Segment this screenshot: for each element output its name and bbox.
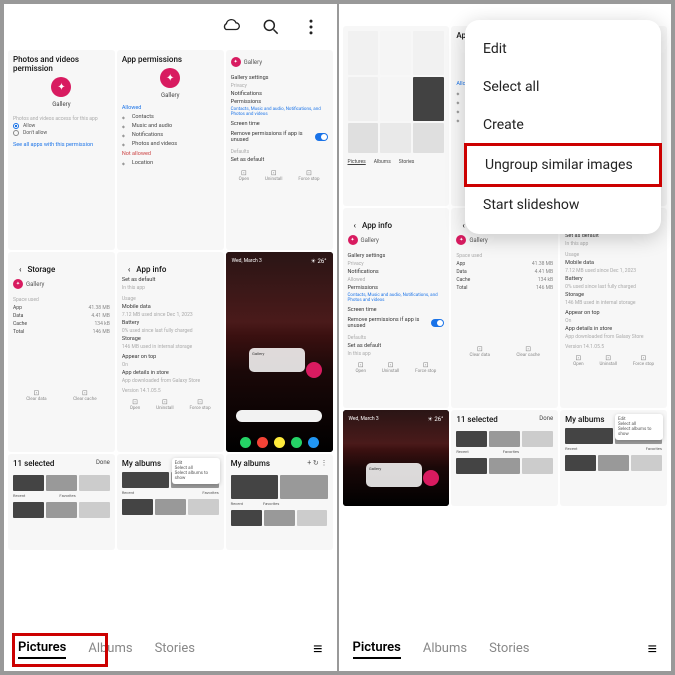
thumb-selected-r[interactable]: 11 selectedDone RecentFavorites: [451, 410, 558, 506]
bottom-tabs-r: Pictures Albums Stories ≡: [339, 629, 672, 671]
tab-pictures-r[interactable]: Pictures: [353, 640, 401, 659]
more-icon[interactable]: [301, 17, 321, 41]
thumb-home-screen-r[interactable]: Wed, March 3 ☀ 26° Gallery: [343, 410, 450, 506]
thumb-storage-r[interactable]: ‹Storage Gallery Space used App41.38 MB …: [451, 208, 558, 408]
tab-albums-r[interactable]: Albums: [423, 641, 467, 658]
hamburger-icon[interactable]: ≡: [313, 639, 322, 659]
thumb-app-info2-r[interactable]: ‹App info Set as default In this app Usa…: [560, 208, 667, 408]
menu-slideshow[interactable]: Start slideshow: [465, 186, 661, 224]
tab-pictures[interactable]: Pictures: [18, 640, 66, 659]
thumb-my-albums[interactable]: My albums+ ↻ ⋮ RecentFavorites: [226, 454, 333, 550]
hamburger-icon-r[interactable]: ≡: [648, 639, 657, 659]
overflow-menu: Edit Select all Create Ungroup similar i…: [465, 20, 661, 234]
menu-create[interactable]: Create: [465, 106, 661, 144]
gallery-app-icon: [160, 68, 180, 88]
thumb-gallery-grid[interactable]: PicturesAlbumsStories: [343, 26, 450, 206]
phone-screen-right: Edit Select all Create Ungroup similar i…: [339, 4, 672, 671]
search-icon[interactable]: [261, 17, 281, 41]
thumb-app-info[interactable]: ‹App info Set as default In this app Usa…: [117, 252, 224, 452]
gallery-app-icon: [51, 77, 71, 97]
cloud-icon[interactable]: [221, 17, 241, 41]
menu-ungroup-similar[interactable]: Ungroup similar images: [464, 143, 662, 187]
thumb-home-screen[interactable]: Wed, March 3 ☀ 26° Gallery: [226, 252, 333, 452]
bottom-tabs: Pictures Albums Stories ≡: [4, 629, 337, 671]
thumb-storage[interactable]: ‹Storage Gallery Space used App41.38 MB …: [8, 252, 115, 452]
thumb-app-info-settings[interactable]: Gallery Gallery settings Privacy Notific…: [226, 50, 333, 250]
thumb-permission[interactable]: Photos and videos permission Gallery Pho…: [8, 50, 115, 250]
tab-stories-r[interactable]: Stories: [489, 641, 529, 658]
thumb-albums-menu[interactable]: My albums Edit Select all Select albums …: [117, 454, 224, 550]
tab-stories[interactable]: Stories: [155, 641, 195, 658]
thumb-albums-menu-r[interactable]: My albums Edit Select all Select albums …: [560, 410, 667, 506]
tab-albums[interactable]: Albums: [88, 641, 132, 658]
thumb-selected[interactable]: 11 selectedDone RecentFavorites: [8, 454, 115, 550]
phone-screen-left: Photos and videos permission Gallery Pho…: [4, 4, 337, 671]
menu-edit[interactable]: Edit: [465, 30, 661, 68]
menu-select-all[interactable]: Select all: [465, 68, 661, 106]
thumb-app-info-r[interactable]: ‹App info Gallery Gallery settings Priva…: [343, 208, 450, 408]
thumb-app-permissions[interactable]: App permissions Gallery Allowed Contacts…: [117, 50, 224, 250]
